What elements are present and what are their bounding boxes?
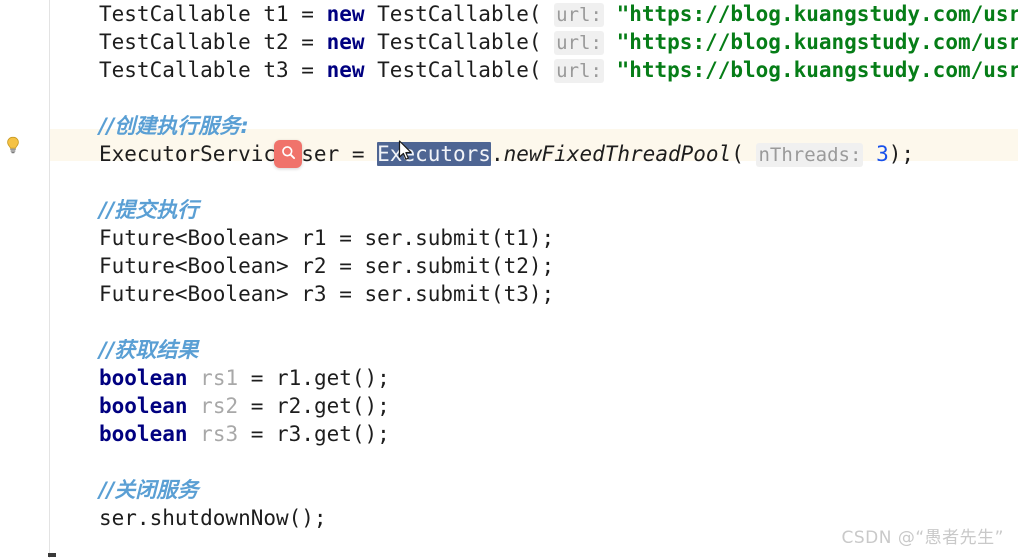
line-blank-2[interactable] bbox=[99, 168, 1018, 196]
code-token: TestCallable( bbox=[364, 30, 555, 54]
code-token: "https://blog.kuangstudy.com/usr bbox=[616, 2, 1018, 26]
code-token: //创建执行服务: bbox=[99, 114, 249, 138]
line-testcallable-t3[interactable]: TestCallable t3 = new TestCallable( url:… bbox=[99, 56, 1018, 84]
code-token: = r1.get(); bbox=[238, 366, 390, 390]
code-token: newFixedThreadPool bbox=[503, 142, 732, 166]
code-token: ExecutorService ser = bbox=[99, 142, 378, 166]
code-token: "https://blog.kuangstudy.com/usr bbox=[616, 30, 1018, 54]
code-token: ser.shutdownNow(); bbox=[99, 506, 327, 530]
code-token: url: bbox=[554, 59, 604, 83]
line-testcallable-t2[interactable]: TestCallable t2 = new TestCallable( url:… bbox=[99, 28, 1018, 56]
code-editor[interactable]: TestCallable t1 = new TestCallable( url:… bbox=[0, 0, 1018, 558]
editor-gutter[interactable] bbox=[0, 0, 56, 558]
code-token: 3 bbox=[876, 142, 889, 166]
search-icon bbox=[280, 144, 297, 165]
code-token: rs2 bbox=[200, 394, 239, 418]
line-blank-1[interactable] bbox=[99, 84, 1018, 112]
line-future-r2[interactable]: Future<Boolean> r2 = ser.submit(t2); bbox=[99, 252, 1018, 280]
line-comment-get-result[interactable]: //获取结果 bbox=[99, 336, 1018, 364]
code-token: //获取结果 bbox=[99, 338, 199, 362]
scroll-position-marker bbox=[48, 553, 56, 557]
line-boolean-rs3[interactable]: boolean rs3 = r3.get(); bbox=[99, 420, 1018, 448]
code-token: Executors bbox=[377, 142, 491, 166]
code-token: ); bbox=[888, 142, 915, 166]
code-token: boolean bbox=[99, 366, 188, 390]
line-comment-shutdown[interactable]: //关闭服务 bbox=[99, 476, 1018, 504]
code-token: boolean bbox=[99, 394, 188, 418]
line-boolean-rs2[interactable]: boolean rs2 = r2.get(); bbox=[99, 392, 1018, 420]
code-token: TestCallable t3 = bbox=[99, 58, 327, 82]
line-testcallable-t1[interactable]: TestCallable t1 = new TestCallable( url:… bbox=[99, 0, 1018, 28]
code-token: = r2.get(); bbox=[238, 394, 390, 418]
line-future-r1[interactable]: Future<Boolean> r1 = ser.submit(t1); bbox=[99, 224, 1018, 252]
code-token: Future<Boolean> r2 = ser.submit(t2); bbox=[99, 254, 555, 278]
code-token: TestCallable( bbox=[364, 2, 555, 26]
code-token: = r3.get(); bbox=[238, 422, 390, 446]
code-token: nThreads: bbox=[756, 143, 864, 167]
code-token: rs3 bbox=[200, 422, 239, 446]
code-token: url: bbox=[554, 3, 604, 27]
code-token: TestCallable( bbox=[364, 58, 555, 82]
line-blank-3[interactable] bbox=[99, 308, 1018, 336]
code-token: "https://blog.kuangstudy.com/usr bbox=[616, 58, 1018, 82]
code-token: rs1 bbox=[200, 366, 239, 390]
code-token: ( bbox=[731, 142, 757, 166]
csdn-watermark: CSDN @“愚者先生” bbox=[841, 528, 1004, 548]
code-text-area[interactable]: TestCallable t1 = new TestCallable( url:… bbox=[99, 0, 1018, 558]
line-boolean-rs1[interactable]: boolean rs1 = r1.get(); bbox=[99, 364, 1018, 392]
code-token: . bbox=[490, 142, 504, 166]
line-future-r3[interactable]: Future<Boolean> r3 = ser.submit(t3); bbox=[99, 280, 1018, 308]
code-token: //关闭服务 bbox=[99, 478, 199, 502]
code-token: new bbox=[326, 58, 365, 82]
line-comment-submit[interactable]: //提交执行 bbox=[99, 196, 1018, 224]
line-blank-4[interactable] bbox=[99, 448, 1018, 476]
line-comment-create-service[interactable]: //创建执行服务: bbox=[99, 112, 1018, 140]
code-token: TestCallable t2 = bbox=[99, 30, 327, 54]
code-token: Future<Boolean> r1 = ser.submit(t1); bbox=[99, 226, 555, 250]
code-token: new bbox=[326, 30, 365, 54]
code-token: //提交执行 bbox=[99, 198, 199, 222]
code-token: url: bbox=[554, 31, 604, 55]
code-token: boolean bbox=[99, 422, 188, 446]
code-token: Future<Boolean> r3 = ser.submit(t3); bbox=[99, 282, 555, 306]
code-token: TestCallable t1 = bbox=[99, 2, 327, 26]
lightbulb-icon[interactable] bbox=[3, 135, 23, 155]
code-token: new bbox=[326, 2, 365, 26]
line-executorservice[interactable]: ExecutorService ser = Executors.newFixed… bbox=[99, 140, 1018, 168]
search-badge[interactable] bbox=[274, 140, 302, 168]
